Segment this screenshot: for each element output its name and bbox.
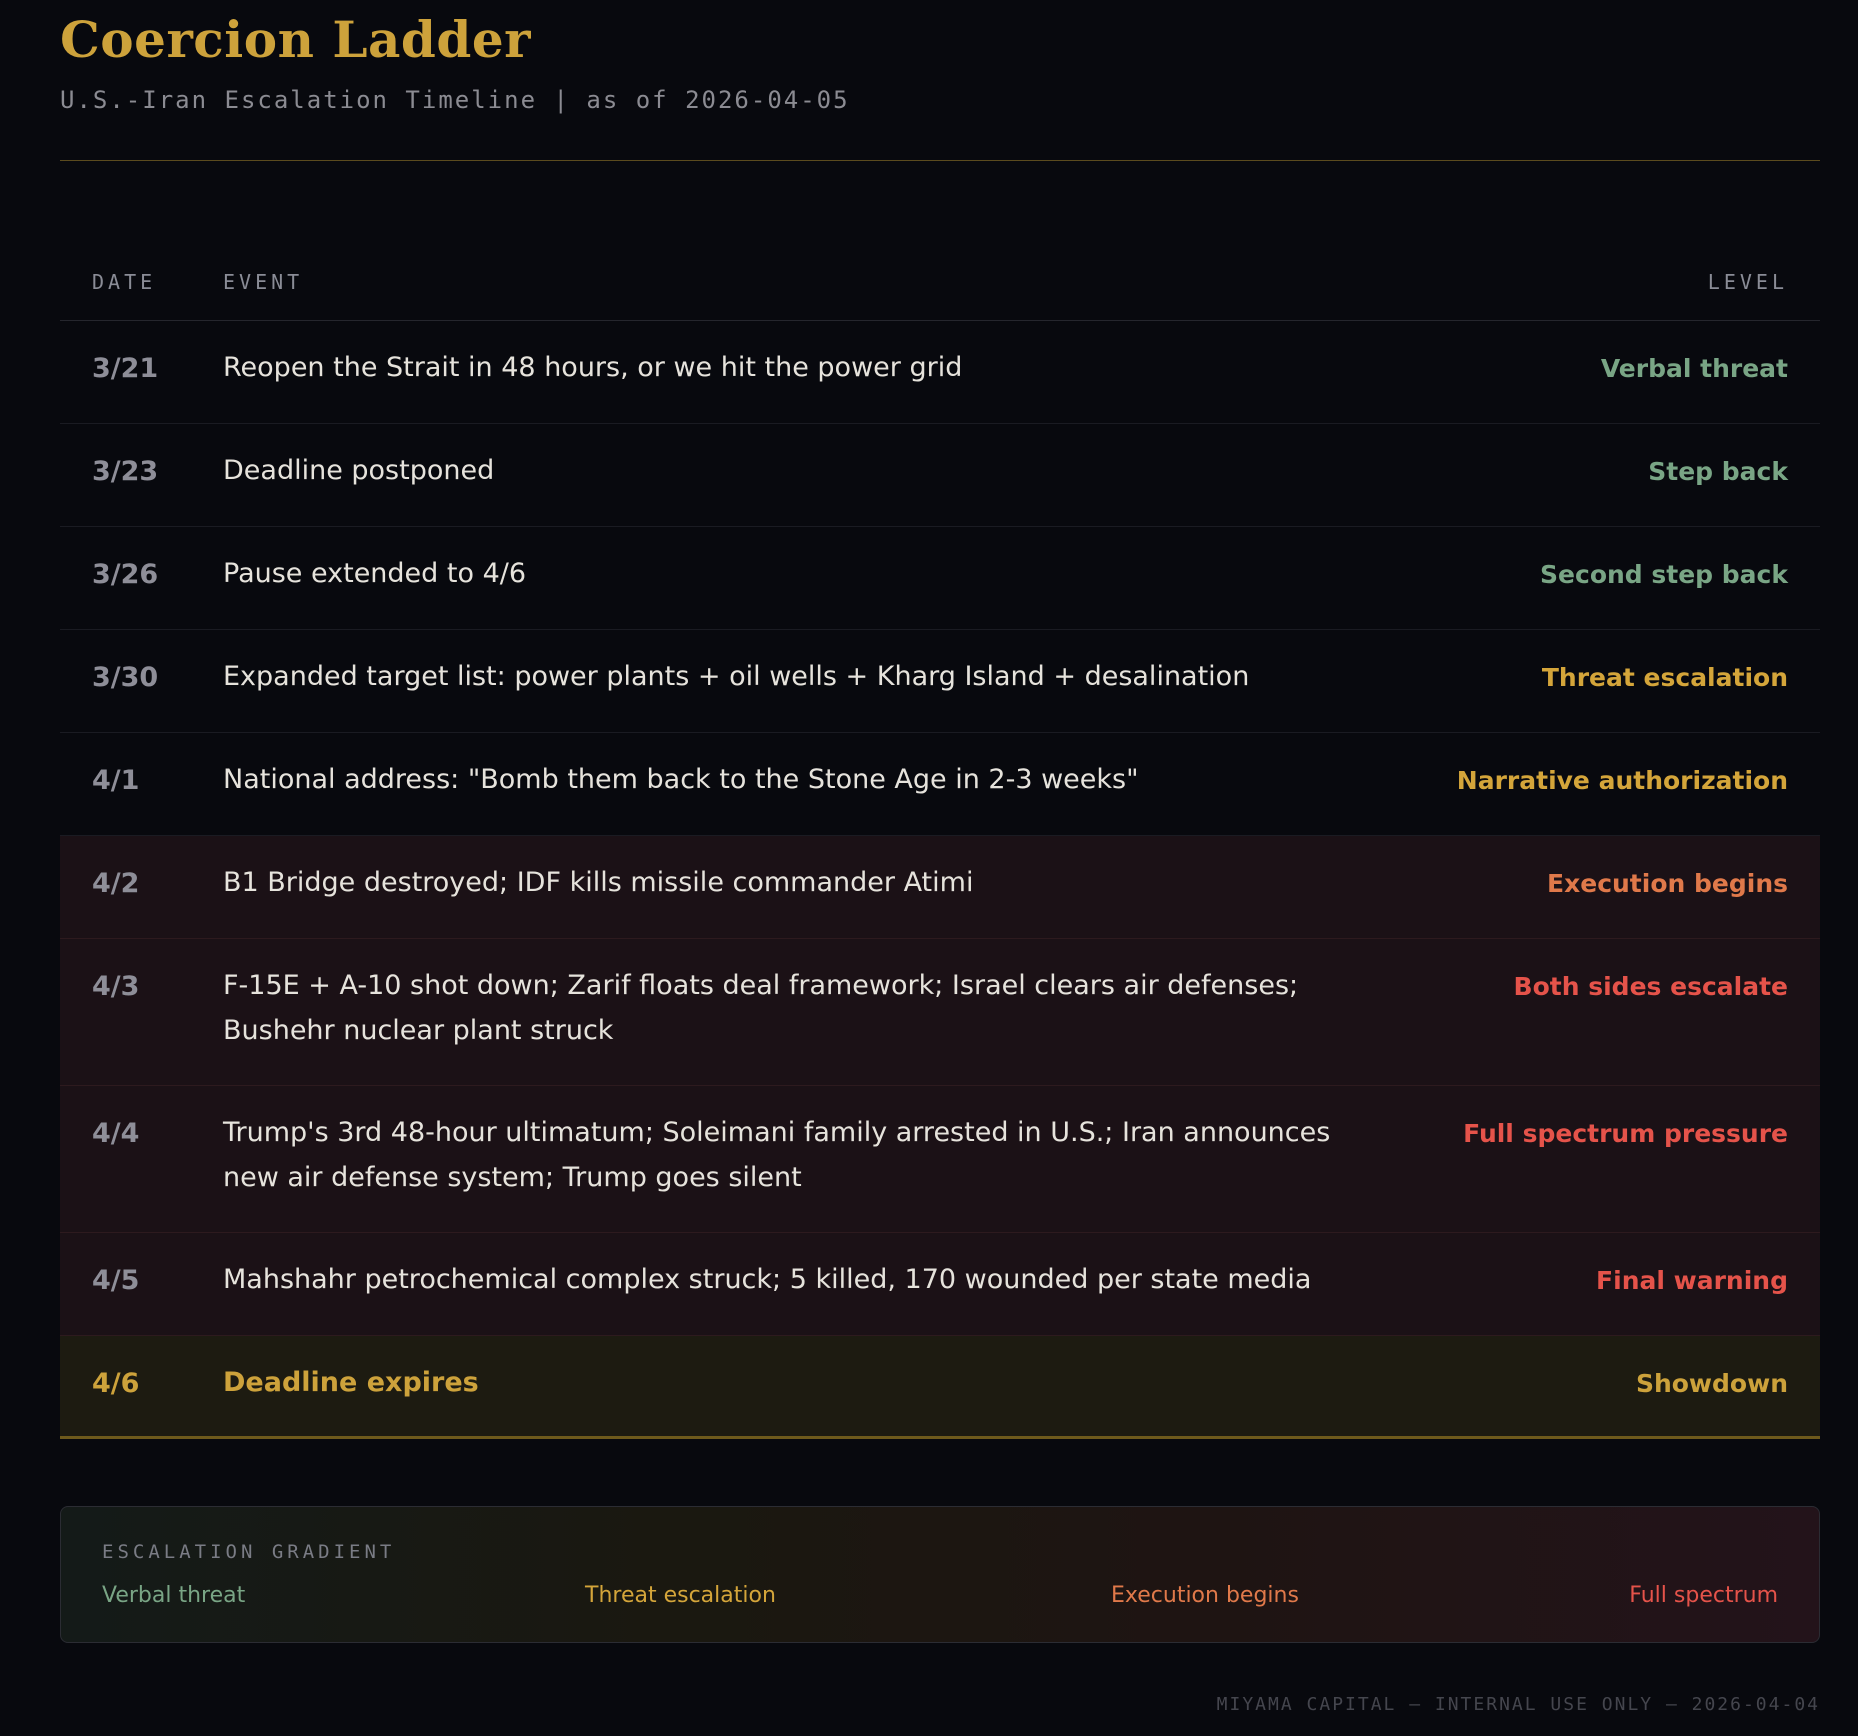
- row-event: Mahshahr petrochemical complex struck; 5…: [223, 1264, 1312, 1295]
- gradient-stop-execution-begins: Execution begins: [1111, 1583, 1299, 1608]
- row-date: 4/1: [92, 765, 140, 796]
- row-level: Threat escalation: [1541, 663, 1788, 692]
- row-event: Expanded target list: power plants + oil…: [223, 661, 1250, 692]
- row-date: 3/21: [92, 353, 159, 384]
- row-date: 3/26: [92, 559, 159, 590]
- row-level: Full spectrum pressure: [1463, 1119, 1788, 1148]
- row-date: 3/23: [92, 456, 159, 487]
- row-event: Deadline postponed: [223, 455, 495, 486]
- table-row: 4/5 Mahshahr petrochemical complex struc…: [60, 1233, 1820, 1336]
- escalation-gradient-panel: ESCALATION GRADIENT Verbal threat Threat…: [60, 1506, 1820, 1643]
- row-level: Step back: [1648, 457, 1788, 486]
- row-event: Pause extended to 4/6: [223, 558, 527, 589]
- row-date: 4/2: [92, 868, 140, 899]
- row-event: F-15E + A-10 shot down; Zarif floats dea…: [223, 970, 1299, 1046]
- table-row: 3/23 Deadline postponed Step back: [60, 424, 1820, 527]
- table-row: 3/21 Reopen the Strait in 48 hours, or w…: [60, 321, 1820, 424]
- table-row: 4/3 F-15E + A-10 shot down; Zarif floats…: [60, 939, 1820, 1086]
- page-title: Coercion Ladder: [60, 10, 531, 69]
- table-row: 4/2 B1 Bridge destroyed; IDF kills missi…: [60, 836, 1820, 939]
- row-event: Reopen the Strait in 48 hours, or we hit…: [223, 352, 963, 383]
- table-row: 3/26 Pause extended to 4/6 Second step b…: [60, 527, 1820, 630]
- row-date: 4/6: [92, 1368, 140, 1399]
- row-level: Narrative authorization: [1456, 766, 1788, 795]
- header-divider: [60, 160, 1820, 161]
- footer-note: MIYAMA CAPITAL — INTERNAL USE ONLY — 202…: [1216, 1694, 1820, 1715]
- page-subtitle: U.S.-Iran Escalation Timeline | as of 20…: [60, 86, 850, 114]
- column-header-event: EVENT: [223, 270, 304, 294]
- timeline-table: 3/21 Reopen the Strait in 48 hours, or w…: [60, 321, 1820, 1439]
- gradient-stop-verbal-threat: Verbal threat: [102, 1583, 246, 1608]
- row-level: Both sides escalate: [1513, 972, 1788, 1001]
- column-header-date: DATE: [92, 270, 157, 294]
- row-date: 4/4: [92, 1118, 140, 1149]
- table-row: 4/1 National address: "Bomb them back to…: [60, 733, 1820, 836]
- row-level: Second step back: [1540, 560, 1788, 589]
- table-row: 4/4 Trump's 3rd 48-hour ultimatum; Solei…: [60, 1086, 1820, 1233]
- table-row: 3/30 Expanded target list: power plants …: [60, 630, 1820, 733]
- row-date: 4/3: [92, 971, 140, 1002]
- row-date: 4/5: [92, 1265, 140, 1296]
- gradient-stop-full-spectrum: Full spectrum: [1629, 1583, 1778, 1608]
- gradient-title: ESCALATION GRADIENT: [102, 1541, 396, 1563]
- row-level: Execution begins: [1547, 869, 1788, 898]
- table-row-final: 4/6 Deadline expires Showdown: [60, 1336, 1820, 1439]
- row-event: National address: "Bomb them back to the…: [223, 764, 1139, 795]
- row-date: 3/30: [92, 662, 159, 693]
- table-header: DATE EVENT LEVEL: [60, 264, 1820, 321]
- row-level: Verbal threat: [1600, 354, 1788, 383]
- column-header-level: LEVEL: [1707, 270, 1788, 294]
- row-level: Final warning: [1596, 1266, 1788, 1295]
- gradient-stop-threat-escalation: Threat escalation: [585, 1583, 776, 1608]
- row-event: B1 Bridge destroyed; IDF kills missile c…: [223, 867, 974, 898]
- row-level: Showdown: [1635, 1369, 1788, 1398]
- row-event: Trump's 3rd 48-hour ultimatum; Soleimani…: [223, 1117, 1331, 1193]
- row-event: Deadline expires: [223, 1367, 479, 1398]
